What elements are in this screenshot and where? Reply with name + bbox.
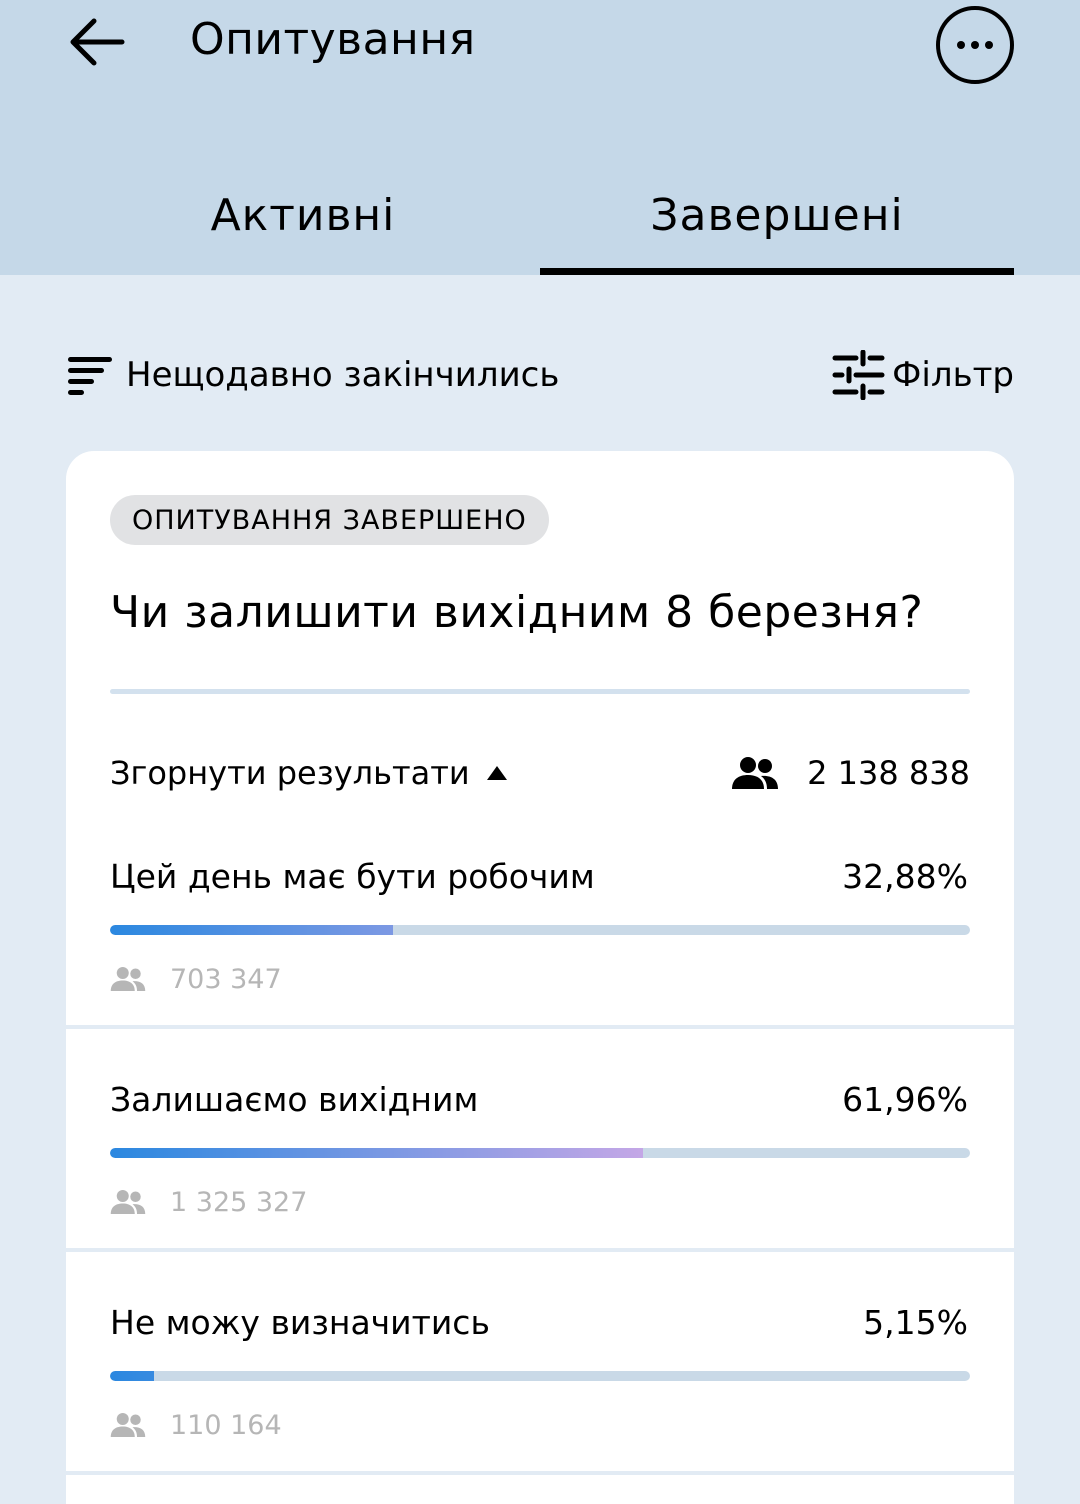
poll-option: Залишаємо вихідним 61,96% 1 325 327 (66, 1080, 1014, 1302)
people-icon (732, 757, 779, 789)
result-bar-fill (110, 1371, 154, 1381)
tab-completed-label: Завершені (650, 190, 904, 241)
option-separator (66, 1471, 1014, 1475)
page-title: Опитування (190, 14, 476, 65)
sliders-icon (832, 350, 885, 400)
collapse-results-button[interactable]: Згорнути результати (110, 749, 508, 797)
result-bar-track (110, 925, 970, 935)
tab-active-label: Активні (210, 190, 396, 241)
result-bar-track (110, 1371, 970, 1381)
arrow-left-icon (70, 18, 125, 66)
option-votes: 703 347 (110, 961, 282, 997)
more-dots-icon (957, 41, 993, 49)
option-votes: 110 164 (110, 1407, 282, 1443)
people-icon (110, 1190, 146, 1214)
option-label: Цей день має бути робочим (110, 857, 595, 896)
people-icon (110, 967, 146, 991)
option-votes-count: 110 164 (170, 1409, 282, 1441)
total-votes-count: 2 138 838 (807, 754, 970, 792)
option-label: Не можу визначитись (110, 1303, 490, 1342)
sort-label: Нещодавно закінчились (126, 355, 560, 395)
option-separator (66, 1248, 1014, 1252)
collapse-results-label: Згорнути результати (110, 754, 470, 792)
people-icon (110, 1413, 146, 1437)
divider (110, 689, 970, 694)
option-percent: 32,88% (842, 857, 968, 896)
result-bar-fill (110, 1148, 643, 1158)
option-percent: 61,96% (842, 1080, 968, 1119)
option-label: Залишаємо вихідним (110, 1080, 479, 1119)
sort-button[interactable]: Нещодавно закінчились (66, 345, 559, 405)
back-button[interactable] (60, 10, 132, 74)
option-percent: 5,15% (863, 1303, 968, 1342)
top-app-bar: Опитування Активні Завершені (0, 0, 1080, 275)
option-votes: 1 325 327 (110, 1184, 307, 1220)
more-button[interactable] (936, 6, 1014, 84)
total-votes: 2 138 838 (731, 749, 970, 797)
sort-filter-bar: Нещодавно закінчились Фільтр (66, 345, 1014, 405)
sort-lines-icon (68, 357, 112, 395)
status-badge: ОПИТУВАННЯ ЗАВЕРШЕНО (110, 495, 549, 545)
filter-button[interactable]: Фільтр (832, 345, 1014, 405)
tab-active[interactable]: Активні (66, 190, 540, 275)
tab-indicator (540, 268, 1014, 275)
option-votes-count: 703 347 (170, 963, 282, 995)
poll-question: Чи залишити вихідним 8 березня? (110, 587, 924, 638)
tab-completed[interactable]: Завершені (540, 190, 1014, 275)
triangle-up-icon (486, 766, 507, 780)
option-separator (66, 1025, 1014, 1029)
poll-card: ОПИТУВАННЯ ЗАВЕРШЕНО Чи залишити вихідни… (66, 451, 1014, 1504)
result-bar-fill (110, 925, 393, 935)
filter-label: Фільтр (892, 355, 1014, 395)
option-votes-count: 1 325 327 (170, 1186, 308, 1218)
poll-option: Цей день має бути робочим 32,88% 703 347 (66, 857, 1014, 1079)
result-bar-track (110, 1148, 970, 1158)
